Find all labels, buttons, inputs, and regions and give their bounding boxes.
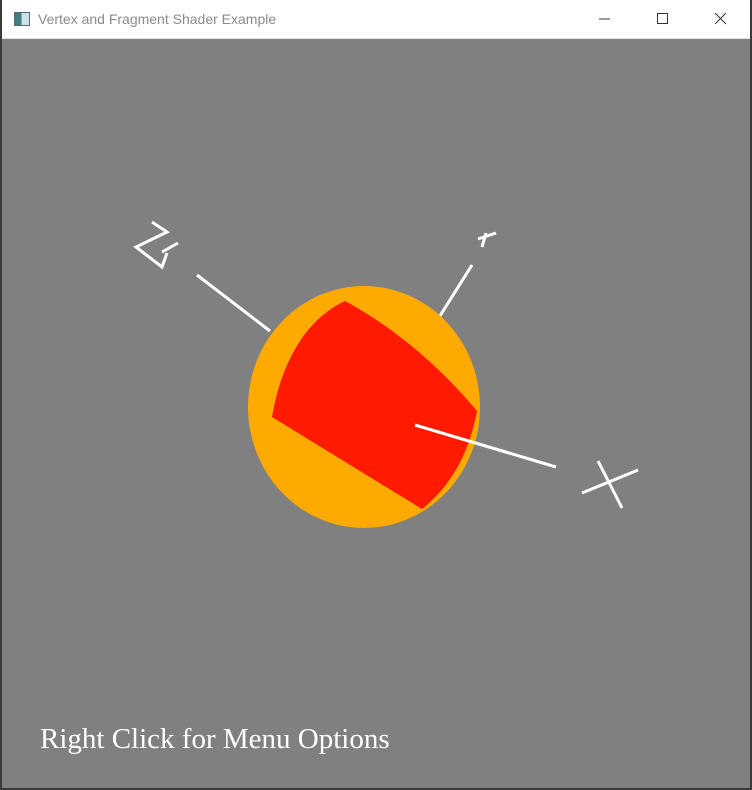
caption-buttons bbox=[576, 0, 750, 38]
z-axis-label bbox=[133, 220, 179, 270]
menu-hint-text: Right Click for Menu Options bbox=[40, 723, 390, 755]
title-bar[interactable]: Vertex and Fragment Shader Example bbox=[2, 0, 750, 39]
window-title: Vertex and Fragment Shader Example bbox=[38, 11, 277, 27]
y-axis-line bbox=[436, 264, 474, 320]
app-window: Vertex and Fragment Shader Example Right… bbox=[0, 0, 752, 790]
minimize-icon bbox=[599, 18, 610, 20]
close-icon bbox=[715, 13, 727, 25]
maximize-icon bbox=[657, 13, 668, 24]
maximize-button[interactable] bbox=[634, 0, 692, 38]
render-viewport[interactable]: Right Click for Menu Options bbox=[2, 39, 750, 788]
x-axis-label bbox=[581, 460, 639, 509]
opengl-window-icon bbox=[14, 12, 30, 26]
close-button[interactable] bbox=[692, 0, 750, 38]
y-axis-label bbox=[477, 231, 497, 248]
shader-scene bbox=[133, 220, 639, 528]
minimize-button[interactable] bbox=[576, 0, 634, 38]
z-axis-line bbox=[196, 273, 271, 333]
